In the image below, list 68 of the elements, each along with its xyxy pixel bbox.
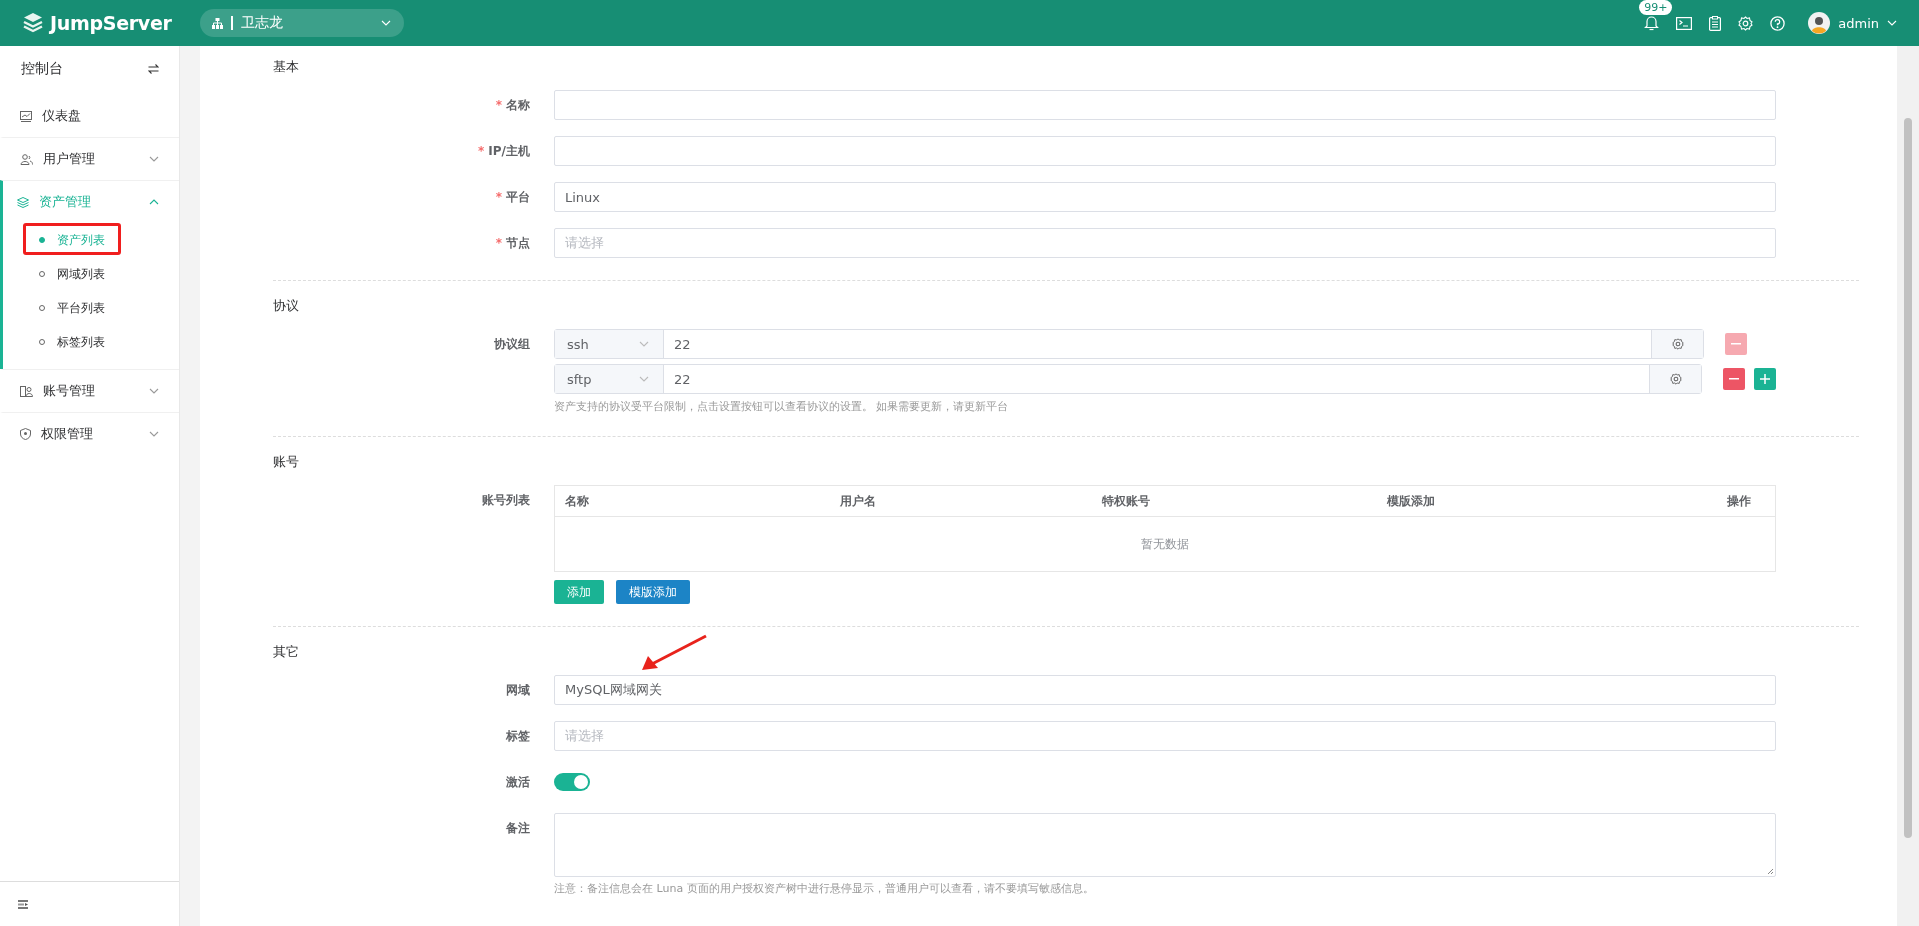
toggle-switch[interactable] [554, 773, 590, 791]
annotation-arrow [640, 634, 708, 672]
sidebar-title: 控制台 [21, 60, 63, 78]
settings-icon[interactable] [1738, 15, 1754, 31]
plus-icon [1760, 374, 1771, 384]
section-title: 其它 [273, 643, 299, 661]
notification-badge: 99+ [1639, 0, 1673, 15]
chevron-down-icon [149, 156, 159, 162]
help-text: 资产支持的协议受平台限制，点击设置按钮可以查看协议的设置。 如果需要更新，请更新平台 [554, 399, 1010, 414]
field-label: * 节点 [494, 235, 530, 252]
chevron-up-icon [149, 199, 159, 205]
swap-icon[interactable] [148, 64, 159, 74]
submenu-item[interactable]: 标签列表 [3, 325, 179, 359]
chevron-down-icon [149, 388, 159, 394]
section-title: 协议 [273, 297, 299, 315]
template-add-button[interactable]: 模版添加 [616, 580, 690, 604]
section-title: 账号 [273, 453, 299, 471]
field-label: 账号列表 [481, 492, 530, 509]
menu-icon [17, 196, 29, 208]
field-label: * IP/主机 [477, 143, 530, 160]
chevron-down-icon [380, 20, 392, 26]
column-header: 用户名 [839, 492, 877, 510]
field-label: 协议组 [493, 336, 530, 353]
field-label: 网域 [505, 682, 530, 699]
column-header: 模版添加 [1386, 492, 1436, 510]
menu-icon [20, 385, 33, 397]
clipboard-icon[interactable] [1709, 15, 1722, 31]
empty-message: 暂无数据 [1140, 535, 1190, 553]
section-title: 基本 [273, 58, 299, 76]
column-header: 名称 [564, 492, 590, 510]
collapse-icon[interactable] [18, 899, 28, 909]
column-header: 特权账号 [1101, 492, 1151, 510]
logo-text: JumpServer [50, 12, 172, 34]
add-button[interactable] [1754, 368, 1776, 390]
sidebar-item[interactable]: 权限管理 [3, 413, 179, 455]
submenu-item[interactable]: 平台列表 [3, 291, 179, 325]
sidebar-item[interactable]: 账号管理 [3, 370, 179, 412]
logo-icon [22, 12, 44, 34]
menu-icon [20, 428, 31, 440]
help-text: 注意：备注信息会在 Luna 页面的用户授权资产树中进行悬停显示，普通用户可以查看，请不要填写敏感信息。 [554, 881, 1095, 896]
remove-button[interactable] [1723, 368, 1746, 390]
minus-icon [1731, 343, 1741, 345]
submenu-item[interactable]: 网域列表 [3, 257, 179, 291]
menu-icon [20, 153, 33, 165]
help-icon[interactable] [1770, 15, 1786, 31]
sidebar-item[interactable]: 用户管理 [3, 138, 179, 180]
input-field[interactable]: MySQL网域网关 [554, 675, 1776, 705]
terminal-icon[interactable] [1676, 16, 1693, 30]
organization-icon [212, 17, 223, 29]
input-field[interactable] [554, 90, 1776, 120]
minus-icon [1729, 378, 1740, 380]
field-label: * 平台 [494, 189, 530, 206]
column-header: 操作 [1726, 492, 1752, 510]
sidebar-item[interactable]: 仪表盘 [3, 95, 179, 137]
input-field[interactable] [554, 136, 1776, 166]
input-field[interactable]: Linux [554, 182, 1776, 212]
chevron-down-icon [149, 431, 159, 437]
menu-icon [20, 110, 32, 122]
chevron-down-icon [1887, 20, 1897, 26]
scrollbar-thumb[interactable] [1904, 118, 1912, 838]
field-label: 标签 [505, 728, 530, 745]
resize-handle-icon[interactable] [1767, 868, 1774, 875]
field-label: 激活 [505, 774, 530, 791]
field-label: * 名称 [494, 97, 530, 114]
bell-icon[interactable] [1644, 15, 1660, 31]
user-menu[interactable]: admin [1808, 12, 1897, 34]
avatar-icon [1808, 12, 1831, 34]
field-label: 备注 [505, 820, 530, 837]
